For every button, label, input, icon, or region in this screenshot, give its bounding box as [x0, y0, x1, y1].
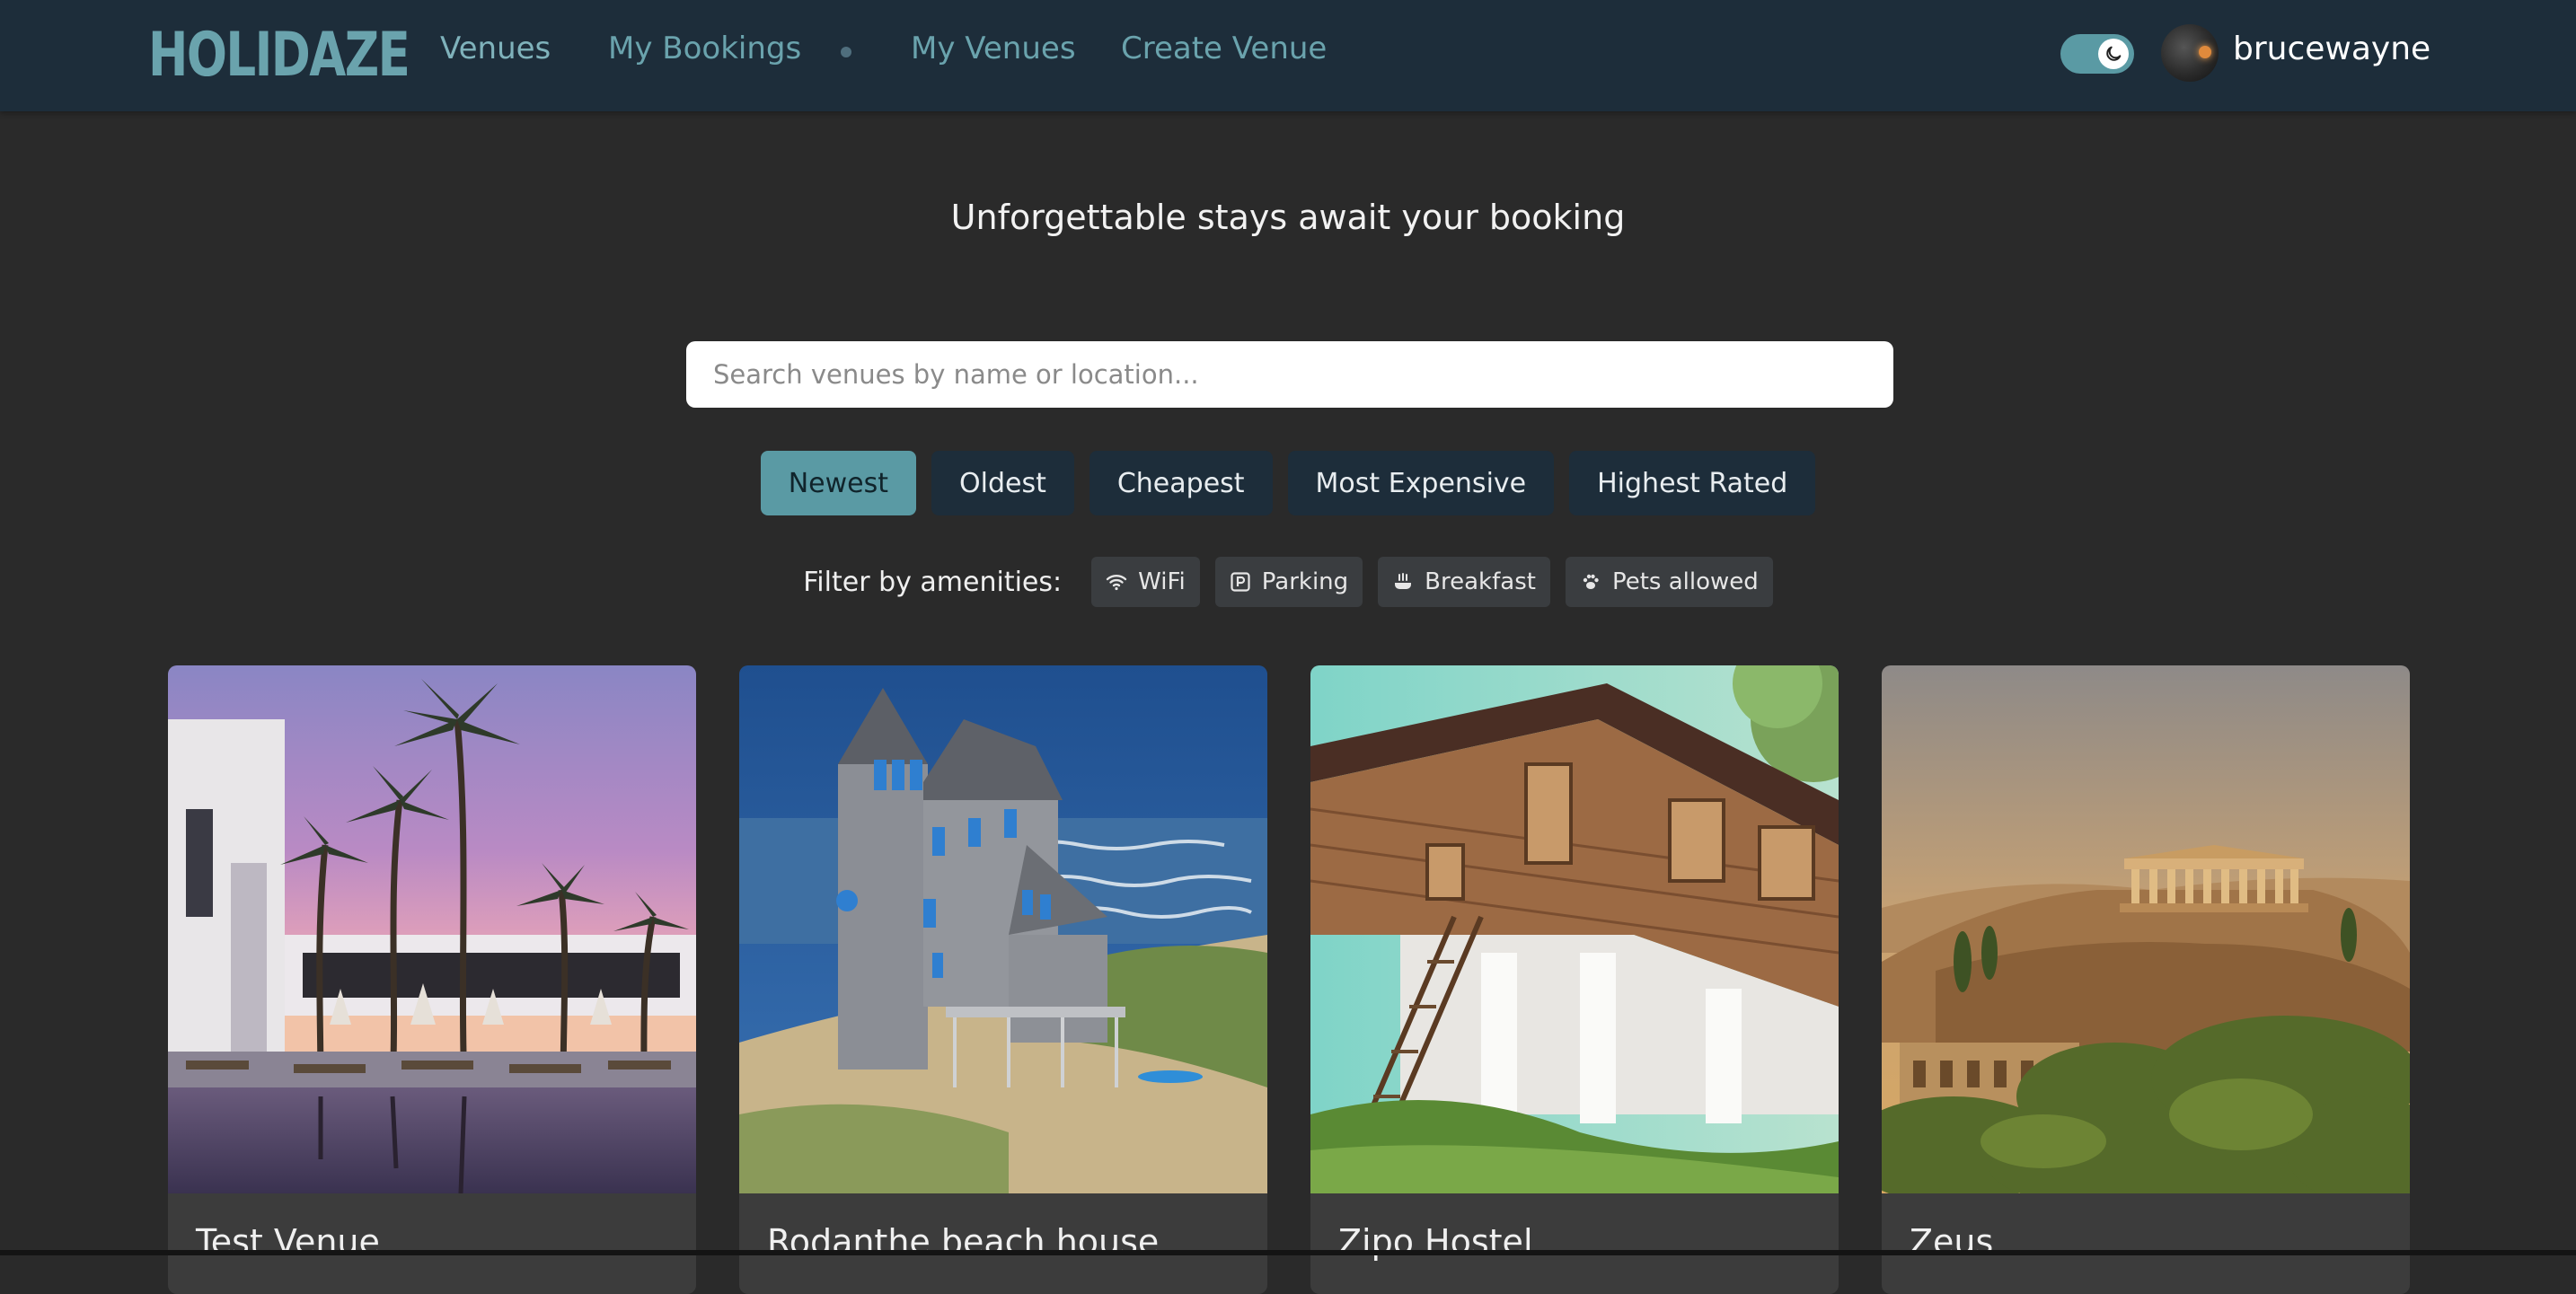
sort-oldest-button[interactable]: Oldest: [931, 451, 1074, 515]
venue-image: [739, 665, 1267, 1193]
nav-link-my-bookings[interactable]: My Bookings: [608, 31, 801, 66]
amenity-filters: Filter by amenities: WiFi Parking Breakf…: [0, 557, 2576, 607]
nav-link-my-venues[interactable]: My Venues: [911, 31, 1076, 66]
venue-image: [1310, 665, 1839, 1193]
venue-card[interactable]: Test Venue: [168, 665, 696, 1294]
venue-name: Rodanthe beach house: [767, 1222, 1160, 1262]
venue-card[interactable]: Zipo Hostel: [1310, 665, 1839, 1294]
window-bottom-edge: [0, 1250, 2576, 1255]
venue-card[interactable]: Zeus: [1882, 665, 2410, 1294]
sort-highest-rated-button[interactable]: Highest Rated: [1569, 451, 1816, 515]
sort-most-expensive-button[interactable]: Most Expensive: [1287, 451, 1555, 515]
venue-name: Zipo Hostel: [1338, 1222, 1533, 1262]
venue-image: [168, 665, 696, 1193]
page-tagline: Unforgettable stays await your booking: [950, 198, 1626, 237]
filter-breakfast-label: Breakfast: [1425, 568, 1536, 595]
filter-parking-chip[interactable]: Parking: [1214, 557, 1363, 607]
venue-name: Zeus: [1910, 1222, 1994, 1262]
paw-icon: [1583, 574, 1599, 589]
sort-options: Newest Oldest Cheapest Most Expensive Hi…: [0, 451, 2576, 515]
filter-pets-label: Pets allowed: [1611, 568, 1759, 595]
filter-wifi-label: WiFi: [1138, 568, 1186, 595]
filter-breakfast-chip[interactable]: Breakfast: [1378, 557, 1550, 607]
filter-wifi-chip[interactable]: WiFi: [1091, 557, 1200, 607]
filter-label: Filter by amenities:: [803, 566, 1063, 598]
search-input[interactable]: [686, 341, 1893, 408]
moon-icon: [2098, 39, 2129, 69]
venue-image: [1882, 665, 2410, 1193]
username[interactable]: brucewayne: [2233, 31, 2430, 67]
wifi-icon: [1106, 575, 1127, 591]
sort-cheapest-button[interactable]: Cheapest: [1089, 451, 1273, 515]
parking-icon: [1231, 572, 1250, 592]
nav-link-create-venue[interactable]: Create Venue: [1121, 31, 1327, 66]
breakfast-icon: [1395, 573, 1412, 589]
avatar[interactable]: [2161, 24, 2219, 82]
nav-separator-dot: [841, 47, 851, 57]
venue-card[interactable]: Rodanthe beach house: [739, 665, 1267, 1294]
filter-parking-label: Parking: [1261, 568, 1349, 595]
venue-grid: Test Venue Rodanthe beach house Zipo Hos…: [168, 665, 2412, 1294]
logo[interactable]: HOLIDAZE: [148, 20, 410, 91]
theme-toggle[interactable]: [2060, 34, 2134, 74]
nav-link-venues[interactable]: Venues: [440, 31, 551, 66]
sort-newest-button[interactable]: Newest: [760, 451, 916, 515]
venue-name: Test Venue: [196, 1222, 380, 1262]
navbar: HOLIDAZE Venues My Bookings My Venues Cr…: [0, 0, 2576, 111]
filter-pets-chip[interactable]: Pets allowed: [1565, 557, 1773, 607]
